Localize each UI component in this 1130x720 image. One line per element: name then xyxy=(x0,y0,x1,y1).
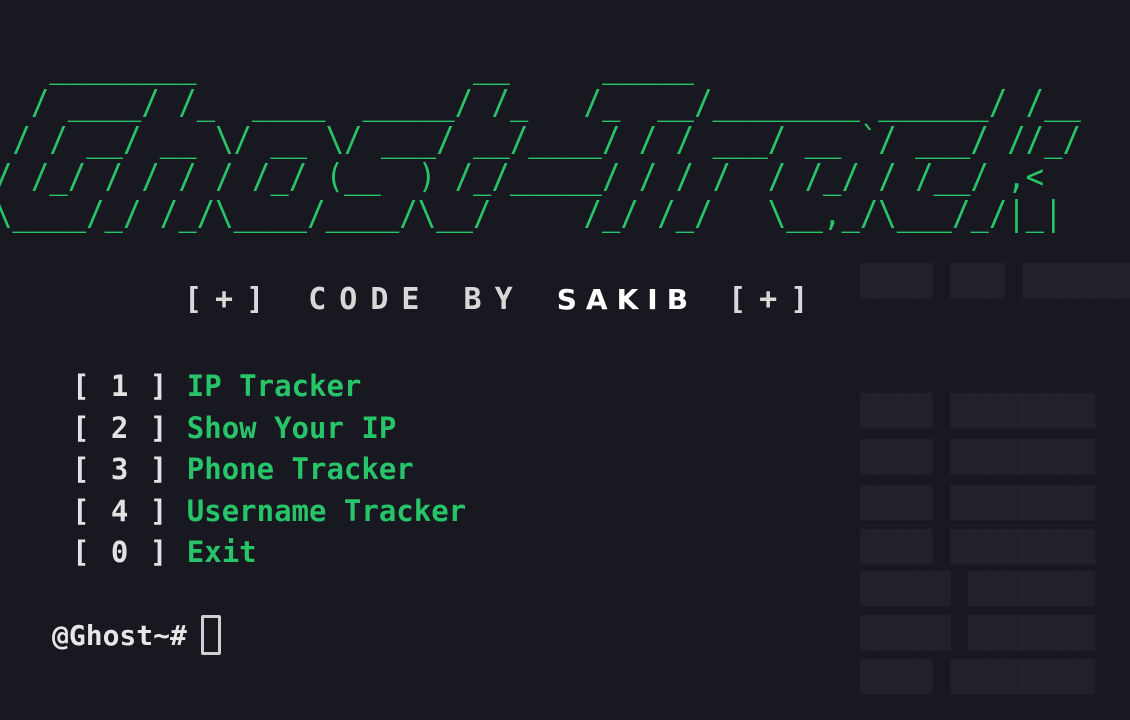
menu-item-label: Phone Tracker xyxy=(186,452,414,486)
menu-item-label: Username Tracker xyxy=(186,493,467,528)
menu-item-exit[interactable]: [ 0 ] Exit xyxy=(72,532,466,574)
menu-item-ip-tracker[interactable]: [ 1 ] IP Tracker xyxy=(72,366,466,408)
menu-item-number: [ 2 ] xyxy=(72,410,170,445)
menu-item-username-tracker[interactable]: [ 4 ] Username Tracker xyxy=(72,491,466,533)
credit-line: [+] CODE BY SAKIB [+] xyxy=(184,282,821,317)
author-name: SAKIB xyxy=(556,283,698,316)
menu-item-number: [ 0 ] xyxy=(72,535,170,569)
menu-item-label: Show Your IP xyxy=(186,410,397,445)
credit-prefix: [+] CODE BY xyxy=(184,282,557,317)
main-menu: [ 1 ] IP Tracker [ 2 ] Show Your IP [ 3 … xyxy=(72,366,466,574)
menu-item-number: [ 3 ] xyxy=(72,452,170,486)
prompt-text: @Ghost~# xyxy=(52,618,187,652)
text-cursor[interactable] xyxy=(200,615,221,655)
menu-item-number: [ 1 ] xyxy=(72,369,170,403)
command-prompt[interactable]: @Ghost~# xyxy=(52,612,221,658)
ghost-track-ascii-logo: ________ __ _____ / ____/ /_ ____ _____/… xyxy=(0,46,1081,234)
credit-suffix: [+] xyxy=(697,282,822,317)
terminal-window: ████ ███ ██████ ████ ████████ ████ █████… xyxy=(0,0,1130,720)
menu-item-phone-tracker[interactable]: [ 3 ] Phone Tracker xyxy=(72,449,466,491)
menu-item-label: IP Tracker xyxy=(186,369,362,403)
menu-item-number: [ 4 ] xyxy=(72,493,170,528)
menu-item-label: Exit xyxy=(186,535,257,569)
menu-item-show-your-ip[interactable]: [ 2 ] Show Your IP xyxy=(72,408,466,450)
